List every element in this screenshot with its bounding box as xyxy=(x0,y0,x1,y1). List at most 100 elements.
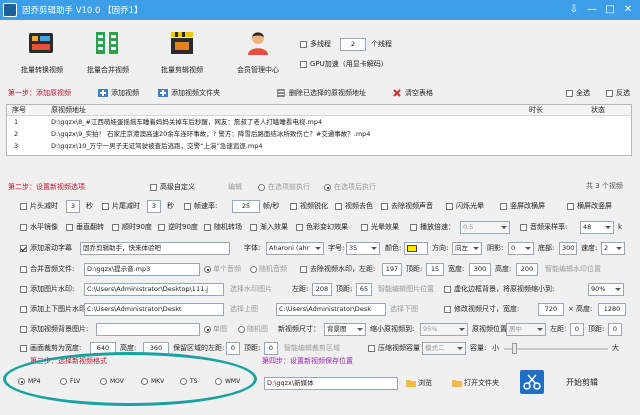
speed-checkbox[interactable] xyxy=(410,224,417,231)
resize-checkbox[interactable] xyxy=(444,306,451,313)
audio-rate-checkbox[interactable] xyxy=(520,224,527,231)
decolor-checkbox[interactable] xyxy=(335,203,342,210)
bg-image-checkbox[interactable] xyxy=(20,326,27,333)
image-left-input[interactable]: 208 xyxy=(312,283,332,296)
blur-bg-checkbox[interactable] xyxy=(444,286,451,293)
run-before-radio[interactable] xyxy=(258,184,265,191)
shadow-select[interactable]: 0 xyxy=(508,242,534,255)
watermark-left-input[interactable]: 197 xyxy=(382,263,402,276)
table-row[interactable]: 1 D:\gqzx\8_#江西萌娃蛋摇摇车睡着妈妈关掉车后秒醒，网友：詹叔了老人… xyxy=(7,117,631,128)
scale-select[interactable]: 95% xyxy=(420,323,468,336)
single-audio-radio[interactable] xyxy=(204,266,211,273)
browse-button[interactable]: 浏览 xyxy=(406,377,446,390)
mirror-h-checkbox[interactable] xyxy=(20,224,27,231)
bg-top-input[interactable]: 0 xyxy=(608,323,622,336)
color-effect-checkbox[interactable] xyxy=(296,224,303,231)
blur-scale-select[interactable]: 90% xyxy=(588,283,624,296)
smart-image-position-button[interactable]: 智能编辑图片位置 xyxy=(378,285,434,294)
portrait-to-landscape-checkbox[interactable] xyxy=(500,203,507,210)
thread-count-input[interactable]: 2 xyxy=(340,38,366,51)
smart-remove-button[interactable]: 智能编辑水印位置 xyxy=(545,265,601,274)
rotate90-checkbox[interactable] xyxy=(112,224,119,231)
merge-audio-checkbox[interactable] xyxy=(20,266,27,273)
add-folder-button[interactable]: 添加视频文件夹 xyxy=(158,88,238,99)
edit-button[interactable]: 编辑 xyxy=(228,183,242,192)
close-button[interactable]: ✕ xyxy=(620,3,636,16)
multithread-checkbox[interactable] xyxy=(300,41,307,48)
delete-selected-button[interactable]: 删除已选择的原视频地址 xyxy=(276,88,380,99)
fade-checkbox[interactable] xyxy=(250,224,257,231)
select-all-checkbox[interactable] xyxy=(566,90,573,97)
bg-image-path-input[interactable] xyxy=(96,323,200,336)
light-checkbox[interactable] xyxy=(361,224,368,231)
rotate-ccw-checkbox[interactable] xyxy=(158,224,165,231)
resize-height-input[interactable]: 1280 xyxy=(598,303,626,316)
new-size-select[interactable]: 背景图 xyxy=(324,323,366,336)
image-top-input[interactable]: 65 xyxy=(356,283,372,296)
compress-checkbox[interactable] xyxy=(368,345,375,352)
sharpen-checkbox[interactable] xyxy=(290,203,297,210)
member-center-button[interactable]: 会员管理中心 xyxy=(228,26,288,82)
crop-left-input[interactable]: 0 xyxy=(226,342,240,355)
bottom-image-path-input[interactable]: C:\Users\Administrator\Desk xyxy=(276,303,386,316)
fps-checkbox[interactable] xyxy=(184,203,191,210)
batch-merge-button[interactable]: 批量合并视频 xyxy=(80,26,136,82)
watermark-top-input[interactable]: 15 xyxy=(426,263,444,276)
image-path-input[interactable]: C:\Users\Administrator\Desktop\111.j xyxy=(84,283,224,296)
crop-checkbox[interactable] xyxy=(20,345,27,352)
crop-top-input[interactable]: 0 xyxy=(264,342,278,355)
audio-rate-select[interactable]: 48 xyxy=(580,221,614,234)
remove-audio-checkbox[interactable] xyxy=(381,203,388,210)
flip-v-checkbox[interactable] xyxy=(66,224,73,231)
resize-width-input[interactable]: 720 xyxy=(538,303,564,316)
batch-convert-button[interactable]: 批量转换视频 xyxy=(14,26,70,82)
position-select[interactable]: 居中 xyxy=(506,323,546,336)
maximize-button[interactable]: □ xyxy=(602,3,618,16)
minimize-button[interactable]: — xyxy=(584,3,600,16)
table-row[interactable]: 3 D:\gqzx\10_万宁一男子无证驾驶被查后逃跑，交警“上演”急速追逐.m… xyxy=(7,141,631,152)
random-transition-checkbox[interactable] xyxy=(204,224,211,231)
add-video-button[interactable]: 添加视频 xyxy=(98,88,158,99)
download-icon[interactable]: ⇩ xyxy=(566,3,582,16)
flash-checkbox[interactable] xyxy=(446,203,453,210)
top-image-path-input[interactable]: C:\Users\Administrator\Deskt xyxy=(84,303,224,316)
select-image-button[interactable]: 选择水印图片 xyxy=(230,285,272,294)
bottom-input[interactable]: 300 xyxy=(559,242,577,255)
color-picker[interactable] xyxy=(404,242,428,255)
scissors-icon[interactable] xyxy=(520,370,544,394)
font-select[interactable]: Aharoni (ahr xyxy=(266,242,324,255)
top-bottom-image-checkbox[interactable] xyxy=(20,306,27,313)
image-watermark-checkbox[interactable] xyxy=(20,286,27,293)
advanced-checkbox[interactable] xyxy=(150,184,157,191)
random-image-radio[interactable] xyxy=(238,326,245,333)
cut-tail-input[interactable]: 3 xyxy=(147,200,161,213)
smart-crop-button[interactable]: 智能编辑裁剪区域 xyxy=(284,344,340,353)
clear-table-button[interactable]: 清空表格 xyxy=(392,88,452,99)
direction-select[interactable]: 向左 xyxy=(452,242,482,255)
save-path-input[interactable]: D:\gqzx\新媒体 xyxy=(264,377,398,390)
scroll-speed-select[interactable]: 2 xyxy=(601,242,625,255)
speed-select[interactable]: 0.5 xyxy=(460,221,510,234)
watermark-width-input[interactable]: 300 xyxy=(469,263,491,276)
fps-input[interactable]: 25 xyxy=(232,200,260,213)
open-folder-button[interactable]: 打开文件夹 xyxy=(452,377,504,390)
cut-head-input[interactable]: 3 xyxy=(66,200,80,213)
invert-checkbox[interactable] xyxy=(606,90,613,97)
size-select[interactable]: 35 xyxy=(346,242,380,255)
bg-left-input[interactable]: 0 xyxy=(570,323,584,336)
start-edit-button[interactable]: 开始剪辑 xyxy=(566,378,598,387)
random-audio-radio[interactable] xyxy=(250,266,257,273)
remove-watermark-checkbox[interactable] xyxy=(300,266,307,273)
run-after-radio[interactable] xyxy=(324,184,331,191)
watermark-height-input[interactable]: 200 xyxy=(516,263,538,276)
gpu-checkbox[interactable] xyxy=(300,61,307,68)
compress-mode-select[interactable]: 模式二 xyxy=(422,342,466,355)
select-top-image-button[interactable]: 选择上图 xyxy=(230,305,258,314)
cut-tail-checkbox[interactable] xyxy=(102,203,109,210)
add-subtitle-checkbox[interactable] xyxy=(20,245,27,252)
subtitle-text-input[interactable]: 固乔剪辑助手，快来体验吧 xyxy=(80,242,230,255)
select-bottom-image-button[interactable]: 选择下图 xyxy=(390,305,418,314)
compress-slider-track[interactable] xyxy=(504,348,608,350)
audio-path-input[interactable]: D:\gqzx\提示音.mp3 xyxy=(84,263,200,276)
compress-slider-thumb[interactable] xyxy=(512,343,517,354)
